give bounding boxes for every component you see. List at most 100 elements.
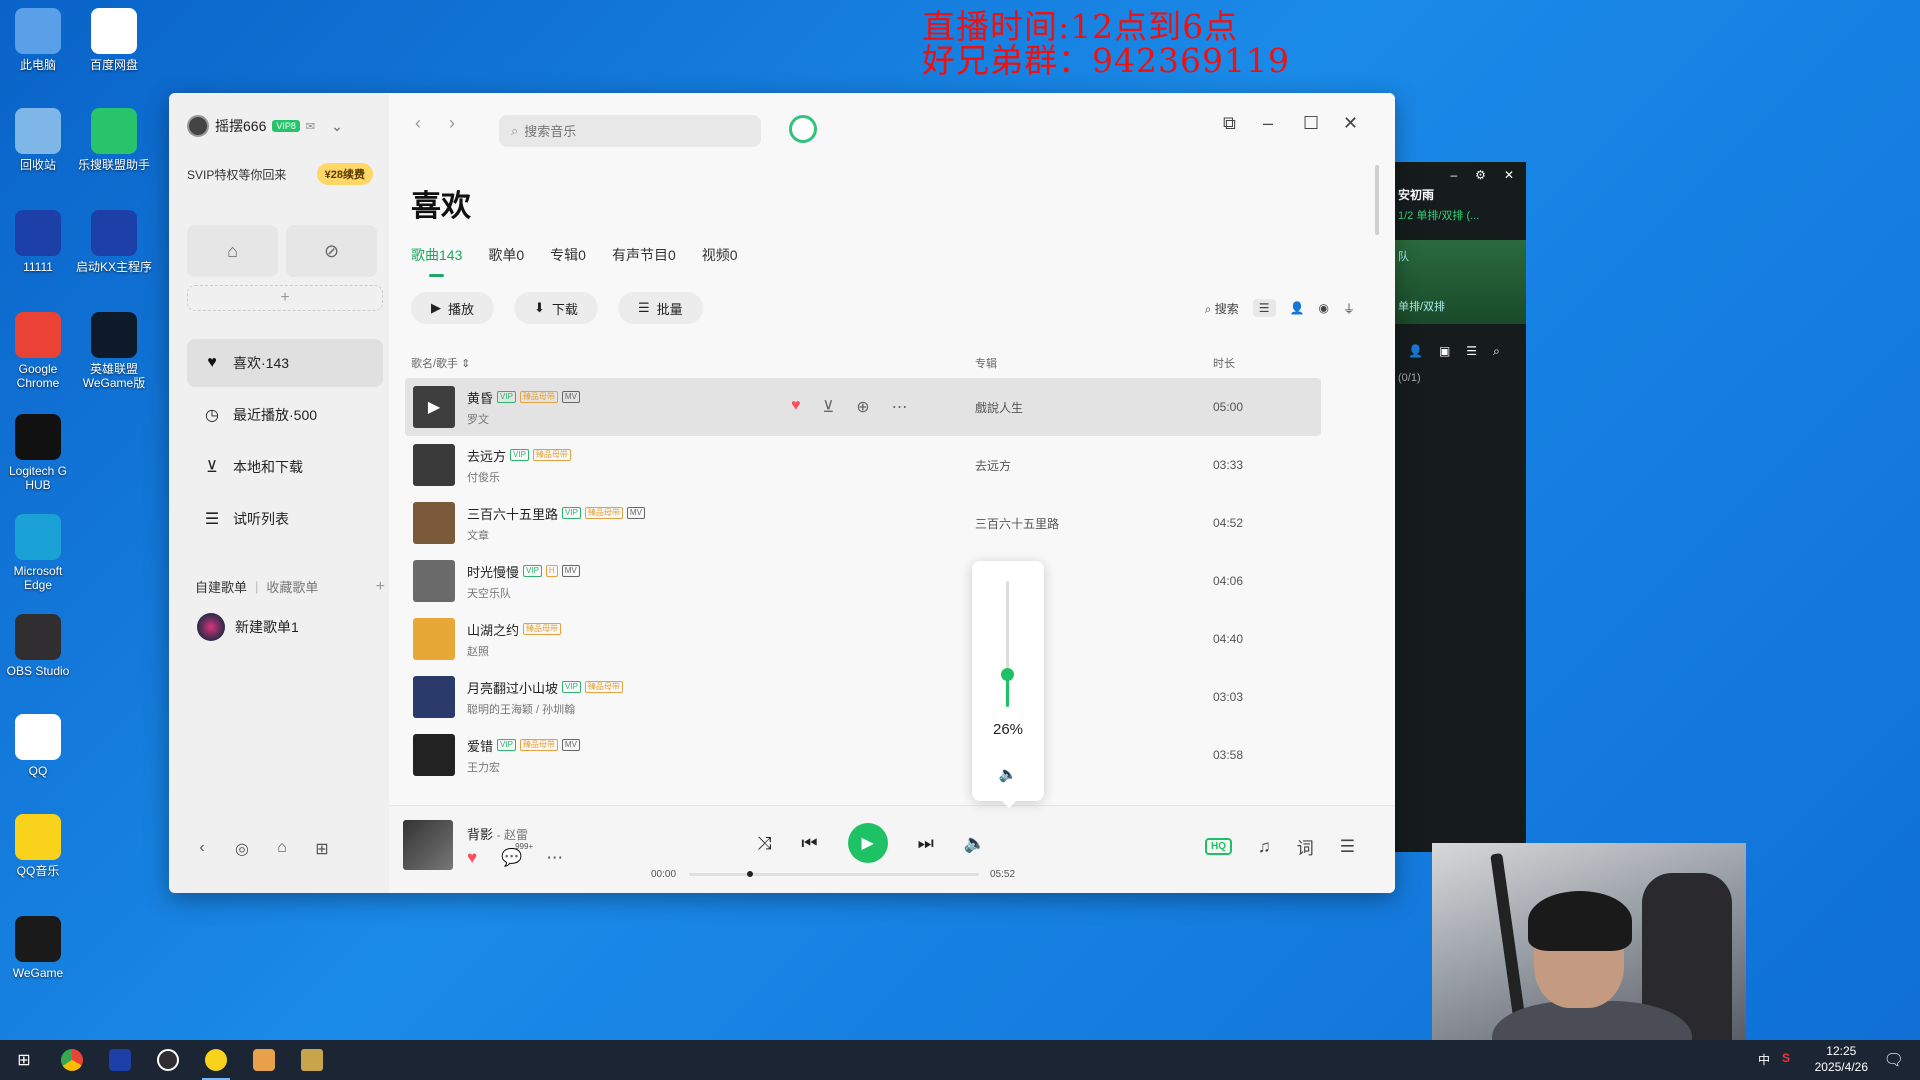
gamepad-icon[interactable]: ⊞ bbox=[313, 839, 331, 859]
mv-badge[interactable]: MV bbox=[626, 507, 645, 519]
comment-icon[interactable]: 💬 999+ bbox=[501, 842, 533, 868]
song-title[interactable]: 三百六十五里路 bbox=[467, 504, 558, 523]
scrollbar[interactable] bbox=[1375, 165, 1379, 235]
mv-badge[interactable]: MV bbox=[561, 565, 580, 577]
song-artist[interactable]: 聪明的王海颖 / 孙圳翰 bbox=[467, 701, 623, 717]
desktop-icon[interactable]: Google Chrome bbox=[0, 312, 78, 390]
desktop-icon[interactable]: 回收站 bbox=[0, 108, 78, 172]
table-row[interactable]: 时光慢慢VIPHMV天空乐队慢04:06 bbox=[405, 552, 1321, 610]
speaker-icon[interactable]: 🔈 bbox=[972, 765, 1044, 783]
mv-badge[interactable]: MV bbox=[561, 391, 580, 403]
like-heart-icon[interactable]: ♥ bbox=[467, 848, 477, 868]
shirt-icon[interactable]: ⌂ bbox=[273, 839, 291, 859]
tab-albums[interactable]: 专辑0 bbox=[550, 245, 586, 265]
sidebar-item-trial[interactable]: ☰ 试听列表 bbox=[187, 495, 383, 543]
list-icon[interactable]: ☰ bbox=[1466, 344, 1477, 359]
add-icon[interactable]: ⊕ bbox=[856, 397, 869, 417]
sidebar-item-local[interactable]: ⊻ 本地和下载 bbox=[187, 443, 383, 491]
add-friend-icon[interactable]: 👤 bbox=[1408, 344, 1423, 359]
tab-audio-programs[interactable]: 有声节目0 bbox=[612, 245, 676, 265]
now-playing-title[interactable]: 背影 - 赵雷 bbox=[467, 824, 528, 843]
add-shortcut-button[interactable]: + bbox=[187, 285, 383, 311]
progress-handle[interactable] bbox=[747, 871, 753, 877]
table-row[interactable]: ▶ 黄昏 VIP 臻品母带 MV 罗文 ♥ ⊻ ⊕ ⋯ 戲說人生 05:00 bbox=[405, 378, 1321, 436]
taskbar-obs-icon[interactable] bbox=[144, 1040, 192, 1080]
back-arrow-icon[interactable]: ‹ bbox=[415, 113, 421, 134]
song-artist[interactable]: 天空乐队 bbox=[467, 585, 580, 601]
shuffle-icon[interactable]: ⤨ bbox=[757, 833, 771, 854]
desktop-icon[interactable]: 此电脑 bbox=[0, 8, 78, 72]
table-row[interactable]: 去远方 VIP 臻品母带 付俊乐 去远方 03:33 bbox=[405, 436, 1321, 494]
play-icon[interactable]: ▶ bbox=[413, 386, 455, 428]
playlist-queue-icon[interactable]: ☰ bbox=[1340, 837, 1355, 857]
desktop-icon[interactable]: Microsoft Edge bbox=[0, 514, 78, 592]
artist-view-icon[interactable]: 👤 bbox=[1290, 301, 1305, 315]
maximize-icon[interactable]: ☐ bbox=[1303, 113, 1319, 134]
song-artist[interactable]: 文章 bbox=[467, 527, 645, 543]
mv-badge[interactable]: MV bbox=[561, 739, 580, 751]
song-title[interactable]: 山湖之约 bbox=[467, 620, 519, 639]
volume-slider[interactable] bbox=[1001, 581, 1014, 707]
tab-songs[interactable]: 歌曲143 bbox=[411, 245, 462, 277]
tab-playlists[interactable]: 歌单0 bbox=[488, 245, 524, 265]
minimize-icon[interactable]: – bbox=[1450, 168, 1457, 182]
search-box[interactable]: ⌕ bbox=[499, 115, 761, 147]
song-album[interactable]: 戲說人生 bbox=[975, 399, 1023, 416]
desktop-icon[interactable]: Logitech G HUB bbox=[0, 414, 78, 492]
qq-music-logo-icon[interactable] bbox=[789, 115, 817, 143]
desktop-icon[interactable]: WeGame bbox=[0, 916, 78, 980]
taskbar-chrome-icon[interactable] bbox=[48, 1040, 96, 1080]
song-cover[interactable] bbox=[413, 734, 455, 776]
desktop-icon[interactable]: QQ音乐 bbox=[0, 814, 78, 878]
next-icon[interactable]: ⏭ bbox=[918, 833, 934, 854]
song-cover[interactable] bbox=[413, 618, 455, 660]
song-artist[interactable]: 罗文 bbox=[467, 411, 580, 427]
song-cover[interactable] bbox=[413, 676, 455, 718]
windows-start-icon[interactable]: ⊞ bbox=[0, 1040, 48, 1080]
desktop-icon[interactable]: 百度网盘 bbox=[74, 8, 154, 72]
ime-indicator[interactable]: 中 bbox=[1758, 1051, 1770, 1068]
song-artist[interactable]: 付俊乐 bbox=[467, 469, 571, 485]
sidebar-item-recent[interactable]: ◷ 最近播放·500 bbox=[187, 391, 383, 439]
filter-icon[interactable]: ⏚ bbox=[1343, 300, 1355, 317]
search-input[interactable] bbox=[524, 123, 725, 139]
song-cover[interactable] bbox=[413, 502, 455, 544]
song-artist[interactable]: 王力宏 bbox=[467, 759, 580, 775]
mini-mode-icon[interactable]: ⧉ bbox=[1223, 113, 1236, 134]
gear-icon[interactable]: ⚙ bbox=[1475, 168, 1486, 182]
overlay-team-card[interactable]: 队 单排/双排 bbox=[1394, 240, 1526, 324]
song-artist[interactable]: 赵照 bbox=[467, 643, 561, 659]
sogou-icon[interactable]: S bbox=[1782, 1051, 1790, 1068]
taskbar-qqmusic-icon[interactable] bbox=[192, 1040, 240, 1080]
user-profile[interactable]: 摇摆666 VIP8 ✉ ⌄ bbox=[187, 115, 343, 137]
table-row[interactable]: 三百六十五里路 VIP 臻品母带 MV 文章 三百六十五里路 04:52 bbox=[405, 494, 1321, 552]
taskbar-lol-icon[interactable] bbox=[288, 1040, 336, 1080]
song-title[interactable]: 月亮翻过小山坡 bbox=[467, 678, 558, 697]
hq-quality-button[interactable]: HQ bbox=[1205, 838, 1232, 855]
list-search-button[interactable]: ⌕ 搜索 bbox=[1205, 300, 1239, 317]
minimize-icon[interactable]: – bbox=[1263, 113, 1273, 134]
heart-icon[interactable]: ♥ bbox=[791, 397, 801, 417]
home-icon[interactable]: ⌂ bbox=[187, 225, 278, 277]
album-view-icon[interactable]: ◉ bbox=[1319, 301, 1329, 315]
play-button[interactable]: ▶ bbox=[847, 823, 888, 863]
play-all-button[interactable]: ▶ 播放 bbox=[411, 292, 495, 324]
lyrics-icon[interactable]: 词 bbox=[1297, 834, 1314, 859]
desktop-icon[interactable]: OBS Studio bbox=[0, 614, 78, 678]
desktop-icon[interactable]: 英雄联盟WeGame版 bbox=[74, 312, 154, 390]
volume-icon[interactable]: 🔈 bbox=[964, 833, 986, 854]
song-title[interactable]: 时光慢慢 bbox=[467, 562, 519, 581]
song-cover[interactable]: ▶ bbox=[413, 386, 455, 428]
tab-collected-playlists[interactable]: 收藏歌单 bbox=[266, 577, 318, 596]
table-row[interactable]: 爱错VIP臻品母带MV王力宏日月03:58 bbox=[405, 726, 1321, 784]
batch-button[interactable]: ☰ 批量 bbox=[617, 292, 703, 324]
sound-effect-icon[interactable]: ♫ bbox=[1258, 837, 1271, 857]
progress-bar[interactable] bbox=[689, 871, 979, 877]
forward-arrow-icon[interactable]: › bbox=[449, 113, 455, 134]
search-icon[interactable]: ⌕ bbox=[1493, 344, 1500, 359]
song-album[interactable]: 去远方 bbox=[975, 457, 1011, 474]
add-playlist-button[interactable]: + bbox=[376, 578, 385, 596]
mail-icon[interactable]: ✉ bbox=[306, 120, 315, 133]
folder-icon[interactable]: ▣ bbox=[1439, 344, 1450, 359]
notification-icon[interactable]: 🗨 bbox=[1884, 1050, 1904, 1070]
